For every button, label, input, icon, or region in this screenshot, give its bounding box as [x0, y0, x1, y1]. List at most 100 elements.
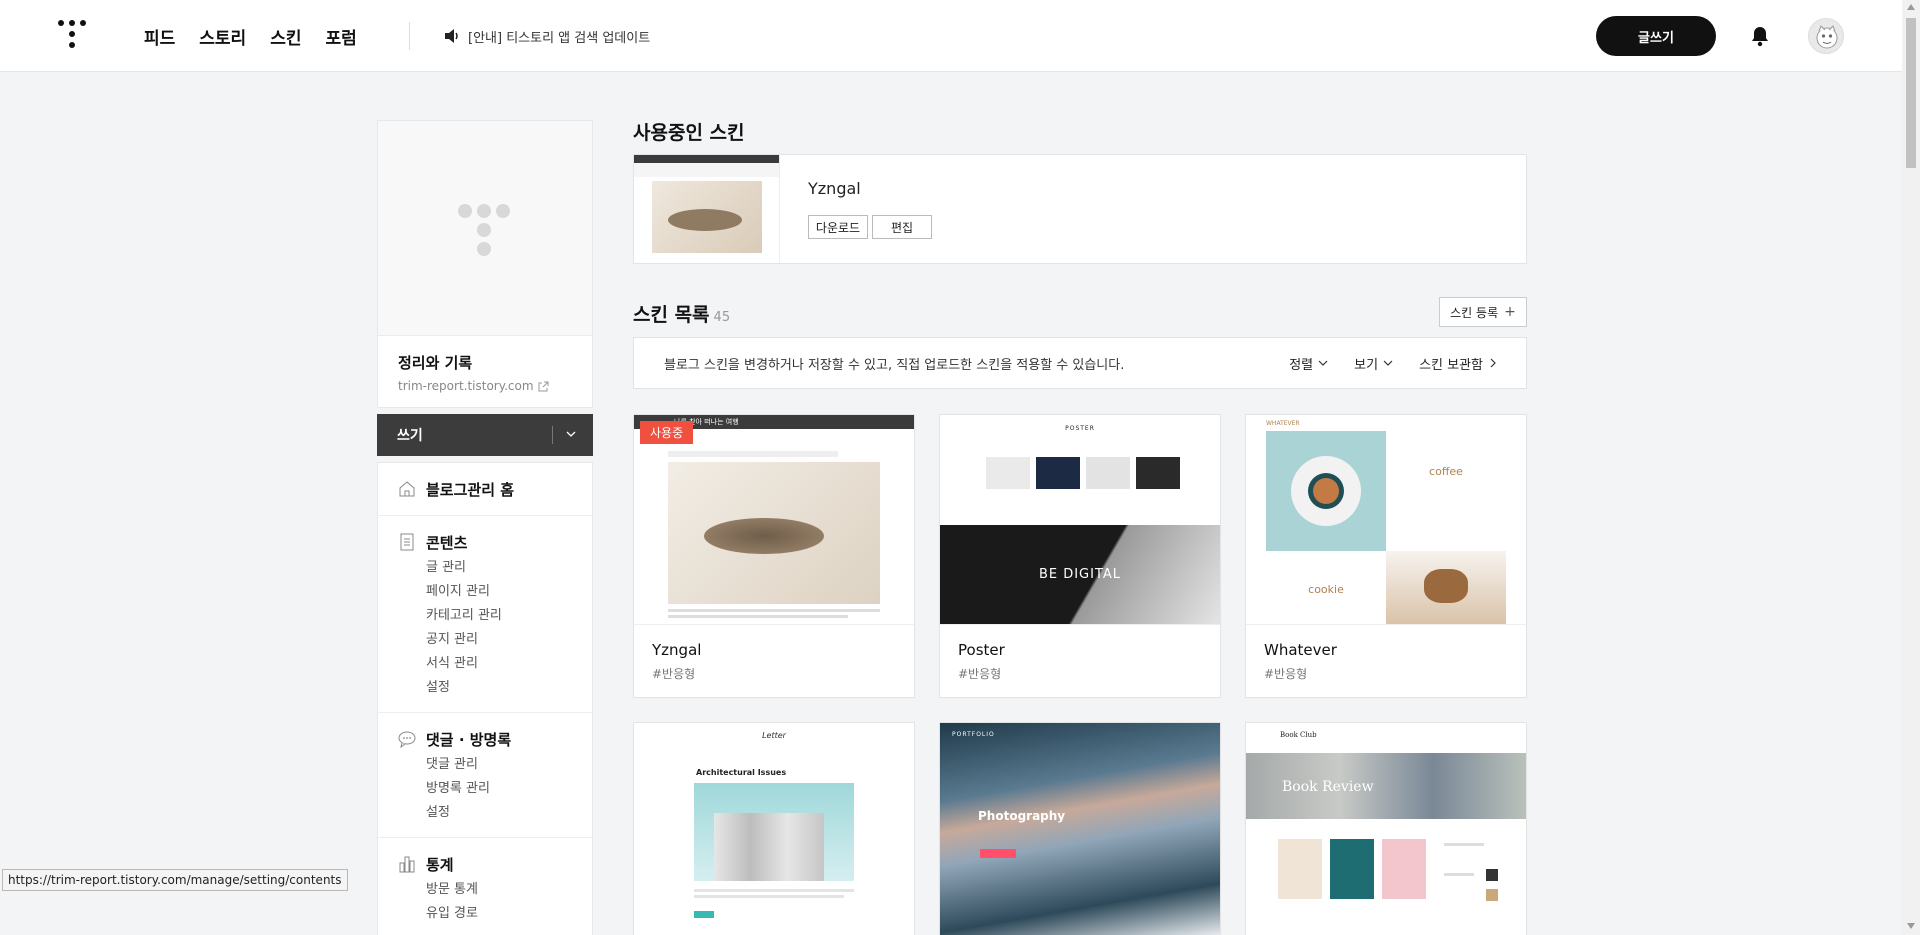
nav-skin[interactable]: 스킨	[270, 24, 301, 49]
chevron-down-icon	[1318, 360, 1328, 366]
sidebar-subitem-referrer[interactable]: 유입 경로	[378, 902, 592, 926]
skin-card-whatever[interactable]: WHATEVER coffee cookie Whatever #반응형	[1245, 414, 1527, 698]
preview-logo-text: Book Club	[1280, 731, 1317, 739]
menu-group-contents: 콘텐츠 글 관리 페이지 관리 카테고리 관리 공지 관리 서식 관리 설정	[378, 516, 592, 713]
notice-text: [안내] 티스토리 앱 검색 업데이트	[468, 30, 651, 46]
download-button[interactable]: 다운로드	[808, 215, 868, 239]
sidebar-item-contents[interactable]: 콘텐츠	[378, 528, 592, 556]
sidebar-item-label: 통계	[426, 855, 454, 874]
sidebar-write-label: 쓰기	[397, 428, 423, 444]
blog-info: 정리와 기록 trim-report.tistory.com	[378, 336, 592, 407]
sidebar-item-label: 콘텐츠	[426, 533, 468, 552]
external-link-icon	[538, 381, 549, 391]
preview-title-text: Photography	[978, 809, 1066, 823]
scrollbar-thumb[interactable]	[1906, 18, 1916, 168]
preview-coffee-text: coffee	[1429, 465, 1463, 478]
skin-storage-link[interactable]: 스킨 보관함	[1419, 354, 1498, 373]
sidebar-item-blog-home[interactable]: 블로그관리 홈	[378, 475, 592, 503]
skin-preview-portfolio: PORTFOLIO Photography	[940, 723, 1220, 935]
view-dropdown[interactable]: 보기	[1354, 354, 1393, 373]
sidebar-subitem-visit-stats[interactable]: 방문 통계	[378, 878, 592, 902]
current-skin-name: Yzngal	[808, 179, 861, 198]
sidebar-menu: 블로그관리 홈 콘텐츠 글 관리 페이지 관리 카테고리 관리 공지 관리 서식…	[377, 462, 593, 935]
blog-profile-card: 정리와 기록 trim-report.tistory.com	[377, 120, 593, 408]
speech-bubble-icon	[398, 731, 416, 748]
write-button-separator	[552, 426, 553, 444]
sidebar-item-stats[interactable]: 통계	[378, 850, 592, 878]
main-nav: 피드 스토리 스킨 포럼	[144, 0, 357, 72]
sidebar-subitem-comment-settings[interactable]: 설정	[378, 801, 592, 825]
nav-story[interactable]: 스토리	[199, 24, 246, 49]
nav-forum[interactable]: 포럼	[325, 24, 356, 49]
menu-group-stats: 통계 방문 통계 유입 경로	[378, 838, 592, 935]
plus-icon: +	[1504, 304, 1516, 320]
sidebar-subitem-content-settings[interactable]: 설정	[378, 676, 592, 700]
profile-image	[1816, 25, 1838, 49]
skin-preview-whatever: WHATEVER coffee cookie	[1246, 415, 1526, 625]
sidebar-write-button[interactable]: 쓰기	[377, 414, 593, 456]
skin-count: 45	[713, 310, 731, 325]
header-divider	[409, 22, 410, 50]
skin-storage-label: 스킨 보관함	[1419, 357, 1483, 373]
tistory-logo-icon[interactable]	[58, 20, 86, 50]
sidebar-subitem-comments-manage[interactable]: 댓글 관리	[378, 753, 592, 777]
status-url-tooltip: https://trim-report.tistory.com/manage/s…	[2, 869, 348, 891]
blog-thumbnail	[378, 121, 592, 336]
bell-icon[interactable]	[1748, 24, 1772, 48]
sort-dropdown[interactable]: 정렬	[1289, 354, 1328, 373]
skin-list-actions: 정렬 보기 스킨 보관함	[1289, 338, 1498, 388]
skin-preview-yzngal: 나를 찾아 떠나는 여행	[634, 415, 914, 625]
blog-name[interactable]: 정리와 기록	[398, 352, 572, 373]
write-post-button[interactable]: 글쓰기	[1596, 16, 1716, 56]
sidebar-subitem-guestbook-manage[interactable]: 방명록 관리	[378, 777, 592, 801]
scroll-down-arrow-icon[interactable]	[1907, 923, 1915, 929]
preview-logo-text: Letter	[762, 731, 786, 740]
avatar[interactable]	[1808, 18, 1844, 54]
edit-button[interactable]: 편집	[872, 215, 932, 239]
scroll-up-arrow-icon[interactable]	[1907, 4, 1915, 10]
sidebar-item-label: 댓글 · 방명록	[426, 730, 512, 749]
skin-card-portfolio[interactable]: PORTFOLIO Photography	[939, 722, 1221, 935]
current-skin-thumbnail[interactable]	[634, 155, 780, 263]
skin-info-bar: 블로그 스킨을 변경하거나 저장할 수 있고, 직접 업로드한 스킨을 적용할 …	[633, 337, 1527, 389]
page-scrollbar[interactable]	[1902, 0, 1920, 935]
skin-list-title-text: 스킨 목록	[633, 304, 710, 326]
notice-link[interactable]: [안내] 티스토리 앱 검색 업데이트	[444, 0, 650, 72]
home-icon	[399, 481, 415, 497]
skin-card-letter[interactable]: Letter Architectural Issues	[633, 722, 915, 935]
preview-cookie-text: cookie	[1308, 583, 1344, 596]
sidebar-subitem-notices[interactable]: 공지 관리	[378, 628, 592, 652]
sidebar-subitem-categories[interactable]: 카테고리 관리	[378, 604, 592, 628]
skin-card-book-club[interactable]: Book Club Book Review	[1245, 722, 1527, 935]
skin-list-title: 스킨 목록 45	[633, 300, 730, 327]
sidebar-subitem-templates[interactable]: 서식 관리	[378, 652, 592, 676]
skin-description: 블로그 스킨을 변경하거나 저장할 수 있고, 직접 업로드한 스킨을 적용할 …	[664, 357, 1125, 373]
sidebar-subitem-pages[interactable]: 페이지 관리	[378, 580, 592, 604]
current-skin-title: 사용중인 스킨	[633, 122, 745, 144]
sidebar-subitem-posts[interactable]: 글 관리	[378, 556, 592, 580]
blog-url-link[interactable]: trim-report.tistory.com	[398, 379, 572, 393]
skin-tag: #반응형	[958, 667, 1002, 681]
preview-logo-text: POSTER	[1065, 425, 1095, 432]
preview-title-text: Book Review	[1282, 779, 1374, 795]
menu-group-home: 블로그관리 홈	[378, 463, 592, 516]
skin-tag: #반응형	[1264, 667, 1308, 681]
view-label: 보기	[1354, 357, 1379, 373]
skin-preview-letter: Letter Architectural Issues	[634, 723, 914, 935]
skin-register-label: 스킨 등록	[1450, 305, 1499, 320]
sidebar-item-comments[interactable]: 댓글 · 방명록	[378, 725, 592, 753]
sort-label: 정렬	[1289, 357, 1314, 373]
nav-feed[interactable]: 피드	[144, 24, 175, 49]
skin-card-yzngal[interactable]: 나를 찾아 떠나는 여행 사용중 Yzngal #반응형	[633, 414, 915, 698]
sidebar-item-label: 블로그관리 홈	[426, 480, 515, 499]
skin-card-poster[interactable]: POSTER BE DIGITAL Poster #반응형	[939, 414, 1221, 698]
current-skin-panel: Yzngal 다운로드 편집	[633, 154, 1527, 264]
chevron-down-icon[interactable]	[565, 428, 577, 440]
chevron-down-icon	[1383, 360, 1393, 366]
document-icon	[400, 533, 414, 551]
skin-register-button[interactable]: 스킨 등록 +	[1439, 297, 1527, 327]
menu-group-comments: 댓글 · 방명록 댓글 관리 방명록 관리 설정	[378, 713, 592, 838]
blog-url-text: trim-report.tistory.com	[398, 379, 534, 393]
preview-logo-text: WHATEVER	[1266, 420, 1300, 427]
skin-preview-poster: POSTER BE DIGITAL	[940, 415, 1220, 625]
